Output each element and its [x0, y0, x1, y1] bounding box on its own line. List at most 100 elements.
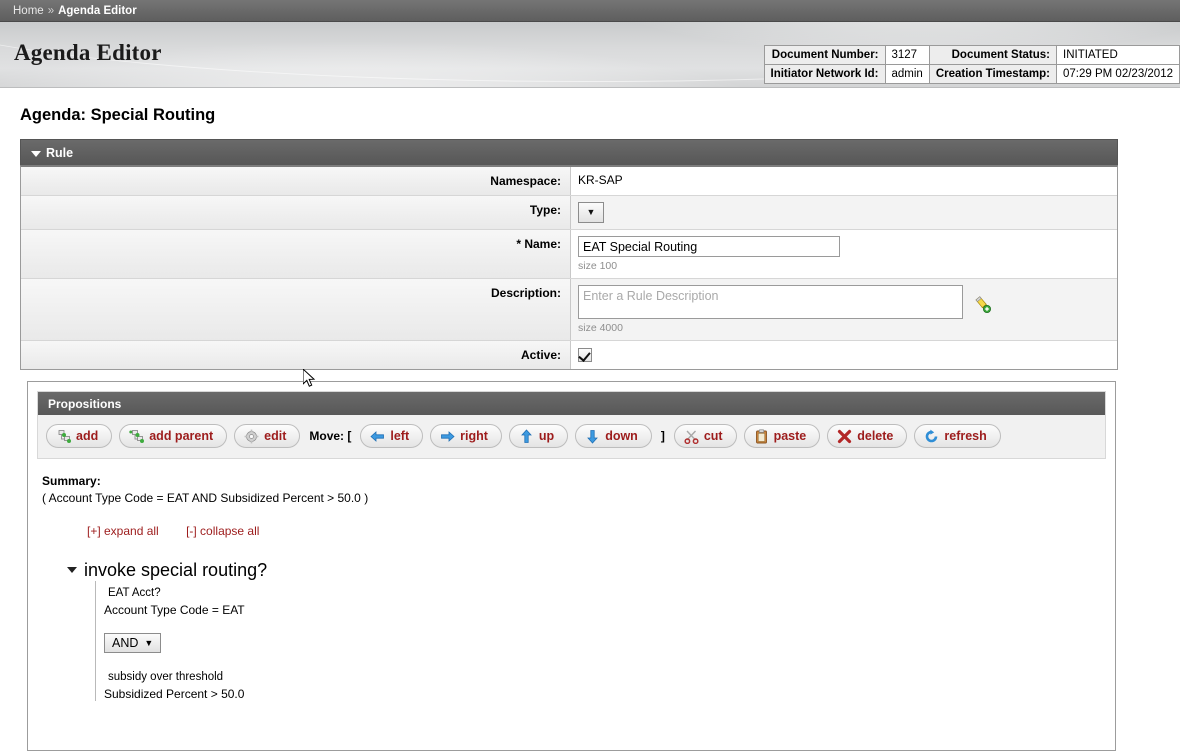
description-wrapper — [578, 285, 1117, 319]
tree-node-subsidy[interactable]: subsidy over threshold Subsidized Percen… — [104, 670, 1106, 701]
arrow-left-icon — [370, 429, 385, 444]
namespace-value: KR-SAP — [571, 167, 1117, 195]
refresh-button[interactable]: refresh — [914, 424, 1001, 448]
description-label: Description: — [21, 279, 571, 340]
operator-select[interactable]: AND ▼ — [104, 632, 162, 653]
document-info-table: Document Number: 3127 Document Status: I… — [763, 45, 1180, 84]
description-textarea[interactable] — [578, 285, 963, 319]
move-left-label: left — [390, 429, 410, 443]
type-select[interactable]: ▼ — [578, 202, 604, 223]
node-description: EAT Acct? — [108, 586, 161, 599]
app-header: Agenda Editor Document Number: 3127 Docu… — [0, 22, 1180, 88]
rule-section-header[interactable]: Rule — [20, 139, 1118, 165]
name-label: * Name: — [21, 230, 571, 278]
breadcrumb: Home » Agenda Editor — [0, 0, 1180, 22]
chevron-down-icon[interactable] — [67, 567, 77, 574]
propositions-outer-panel: Propositions add add parent edit Move: [… — [27, 381, 1116, 751]
arrow-down-icon — [585, 429, 600, 444]
field-row-active: Active: — [21, 340, 1117, 369]
expand-collapse-row: [+] expand all [-] collapse all — [87, 524, 1106, 538]
delete-button-label: delete — [857, 429, 894, 443]
add-button[interactable]: add — [46, 424, 113, 448]
creation-timestamp-value: 07:29 PM 02/23/2012 — [1056, 64, 1180, 84]
field-row-description: Description: Enter a Rule Description si… — [21, 278, 1117, 340]
arrow-up-icon — [519, 428, 534, 444]
propositions-toolbar: add add parent edit Move: [left right u… — [38, 415, 1105, 458]
tree-root-label: invoke special routing? — [84, 559, 268, 580]
chevron-down-icon[interactable] — [31, 150, 41, 157]
page-title: Agenda: Special Routing — [20, 106, 216, 124]
propositions-header: Propositions — [38, 392, 1105, 415]
move-up-label: up — [538, 429, 555, 443]
delete-button[interactable]: delete — [827, 424, 908, 448]
name-input[interactable] — [578, 236, 840, 257]
edit-button[interactable]: edit — [234, 424, 301, 448]
tree-root-node[interactable]: invoke special routing? — [67, 560, 1106, 581]
cut-button-label: cut — [703, 429, 723, 443]
node-description: subsidy over threshold — [108, 670, 224, 683]
propositions-panel: Propositions add add parent edit Move: [… — [37, 391, 1106, 459]
refresh-button-label: refresh — [944, 429, 987, 443]
move-down-button[interactable]: down — [575, 424, 652, 448]
move-left-button[interactable]: left — [360, 424, 424, 448]
initiator-network-id-label: Initiator Network Id: — [763, 64, 886, 84]
add-parent-button-label: add parent — [149, 429, 214, 443]
field-row-type: Type: ▼ — [21, 195, 1117, 229]
description-value-cell: size 4000 — [571, 279, 1117, 340]
add-parent-button[interactable]: add parent — [119, 424, 228, 448]
move-down-label: down — [605, 429, 638, 443]
clipboard-icon — [754, 428, 769, 444]
active-value-cell — [571, 341, 1117, 369]
document-status-value: INITIATED — [1056, 45, 1180, 65]
node-expression: Subsidized Percent > 50.0 — [104, 686, 245, 701]
name-size-hint: size 100 — [578, 260, 618, 272]
type-value-cell: ▼ — [571, 196, 1117, 229]
paste-button[interactable]: paste — [743, 424, 821, 448]
initiator-network-id-value: admin — [884, 64, 930, 84]
paste-button-label: paste — [773, 429, 807, 443]
summary-label: Summary: — [42, 474, 101, 488]
name-value-cell: size 100 — [571, 230, 1117, 278]
field-row-name: * Name: size 100 — [21, 229, 1117, 278]
namespace-label: Namespace: — [21, 167, 571, 195]
summary-block: Summary: ( Account Type Code = EAT AND S… — [42, 473, 1106, 508]
node-expression: Account Type Code = EAT — [104, 602, 245, 617]
move-right-button[interactable]: right — [430, 424, 502, 448]
app-title: Agenda Editor — [14, 40, 162, 65]
x-mark-icon — [837, 429, 852, 444]
move-close-bracket: ] — [660, 429, 665, 443]
table-row: Document Number: 3127 Document Status: I… — [763, 45, 1180, 65]
arrow-right-icon — [440, 429, 455, 444]
tree-children: EAT Acct? Account Type Code = EAT AND ▼ … — [95, 580, 1106, 701]
tree-node-add-icon — [56, 429, 71, 444]
move-up-button[interactable]: up — [508, 424, 569, 448]
chevron-down-icon: ▼ — [586, 207, 596, 217]
type-label: Type: — [21, 196, 571, 229]
active-label: Active: — [21, 341, 571, 369]
gear-icon — [244, 429, 259, 444]
active-checkbox[interactable] — [578, 347, 592, 362]
breadcrumb-current: Agenda Editor — [58, 4, 137, 17]
edit-button-label: edit — [264, 429, 287, 443]
add-button-label: add — [76, 429, 99, 443]
tree-node-eat-acct[interactable]: EAT Acct? Account Type Code = EAT — [104, 586, 1106, 617]
document-number-value: 3127 — [884, 45, 930, 65]
creation-timestamp-label: Creation Timestamp: — [928, 64, 1058, 84]
table-row: Initiator Network Id: admin Creation Tim… — [763, 64, 1180, 84]
move-right-label: right — [460, 429, 488, 443]
summary-text: ( Account Type Code = EAT AND Subsidized… — [42, 491, 369, 506]
description-size-hint: size 4000 — [578, 322, 623, 334]
rule-section-title: Rule — [46, 145, 74, 160]
expand-all-link[interactable]: [+] expand all — [87, 524, 159, 538]
move-label: Move: [ — [309, 429, 352, 443]
pencil-plus-icon[interactable] — [973, 295, 991, 313]
chevron-down-icon: ▼ — [144, 637, 154, 648]
operator-value: AND — [112, 635, 139, 650]
breadcrumb-separator: » — [47, 4, 55, 17]
document-status-label: Document Status: — [928, 45, 1058, 65]
collapse-all-link[interactable]: [-] collapse all — [186, 524, 259, 538]
breadcrumb-home-link[interactable]: Home — [13, 5, 44, 17]
refresh-icon — [924, 429, 939, 444]
cut-button[interactable]: cut — [673, 424, 737, 448]
document-number-label: Document Number: — [763, 45, 886, 65]
